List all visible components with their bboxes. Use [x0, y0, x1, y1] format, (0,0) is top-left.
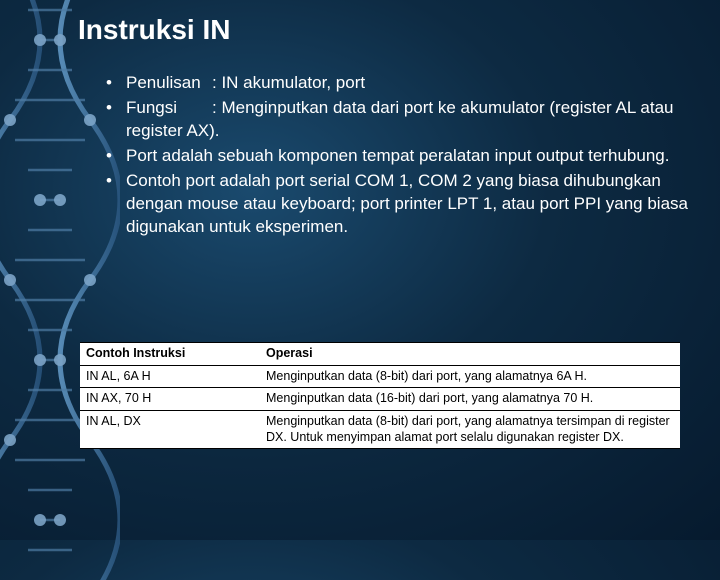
table-cell: Menginputkan data (16-bit) dari port, ya… [260, 388, 680, 411]
table-cell: IN AX, 70 H [80, 388, 260, 411]
bullet-item: Fungsi: Menginputkan data dari port ke a… [112, 97, 698, 143]
table-row: IN AL, DX Menginputkan data (8-bit) dari… [80, 410, 680, 448]
table-cell: IN AL, DX [80, 410, 260, 448]
slide-content: Instruksi IN Penulisan: IN akumulator, p… [78, 14, 698, 241]
table-header-row: Contoh Instruksi Operasi [80, 343, 680, 366]
slide-title: Instruksi IN [78, 14, 698, 46]
bullet-item: Port adalah sebuah komponen tempat peral… [112, 145, 698, 168]
bullet-list: Penulisan: IN akumulator, port Fungsi: M… [78, 72, 698, 239]
table-cell: Menginputkan data (8-bit) dari port, yan… [260, 365, 680, 388]
table-cell: Menginputkan data (8-bit) dari port, yan… [260, 410, 680, 448]
table-header: Contoh Instruksi [80, 343, 260, 366]
bullet-item: Penulisan: IN akumulator, port [112, 72, 698, 95]
example-table: Contoh Instruksi Operasi IN AL, 6A H Men… [80, 342, 680, 449]
table-row: IN AL, 6A H Menginputkan data (8-bit) da… [80, 365, 680, 388]
table-header: Operasi [260, 343, 680, 366]
table-cell: IN AL, 6A H [80, 365, 260, 388]
bullet-item: Contoh port adalah port serial COM 1, CO… [112, 170, 698, 239]
table-row: IN AX, 70 H Menginputkan data (16-bit) d… [80, 388, 680, 411]
